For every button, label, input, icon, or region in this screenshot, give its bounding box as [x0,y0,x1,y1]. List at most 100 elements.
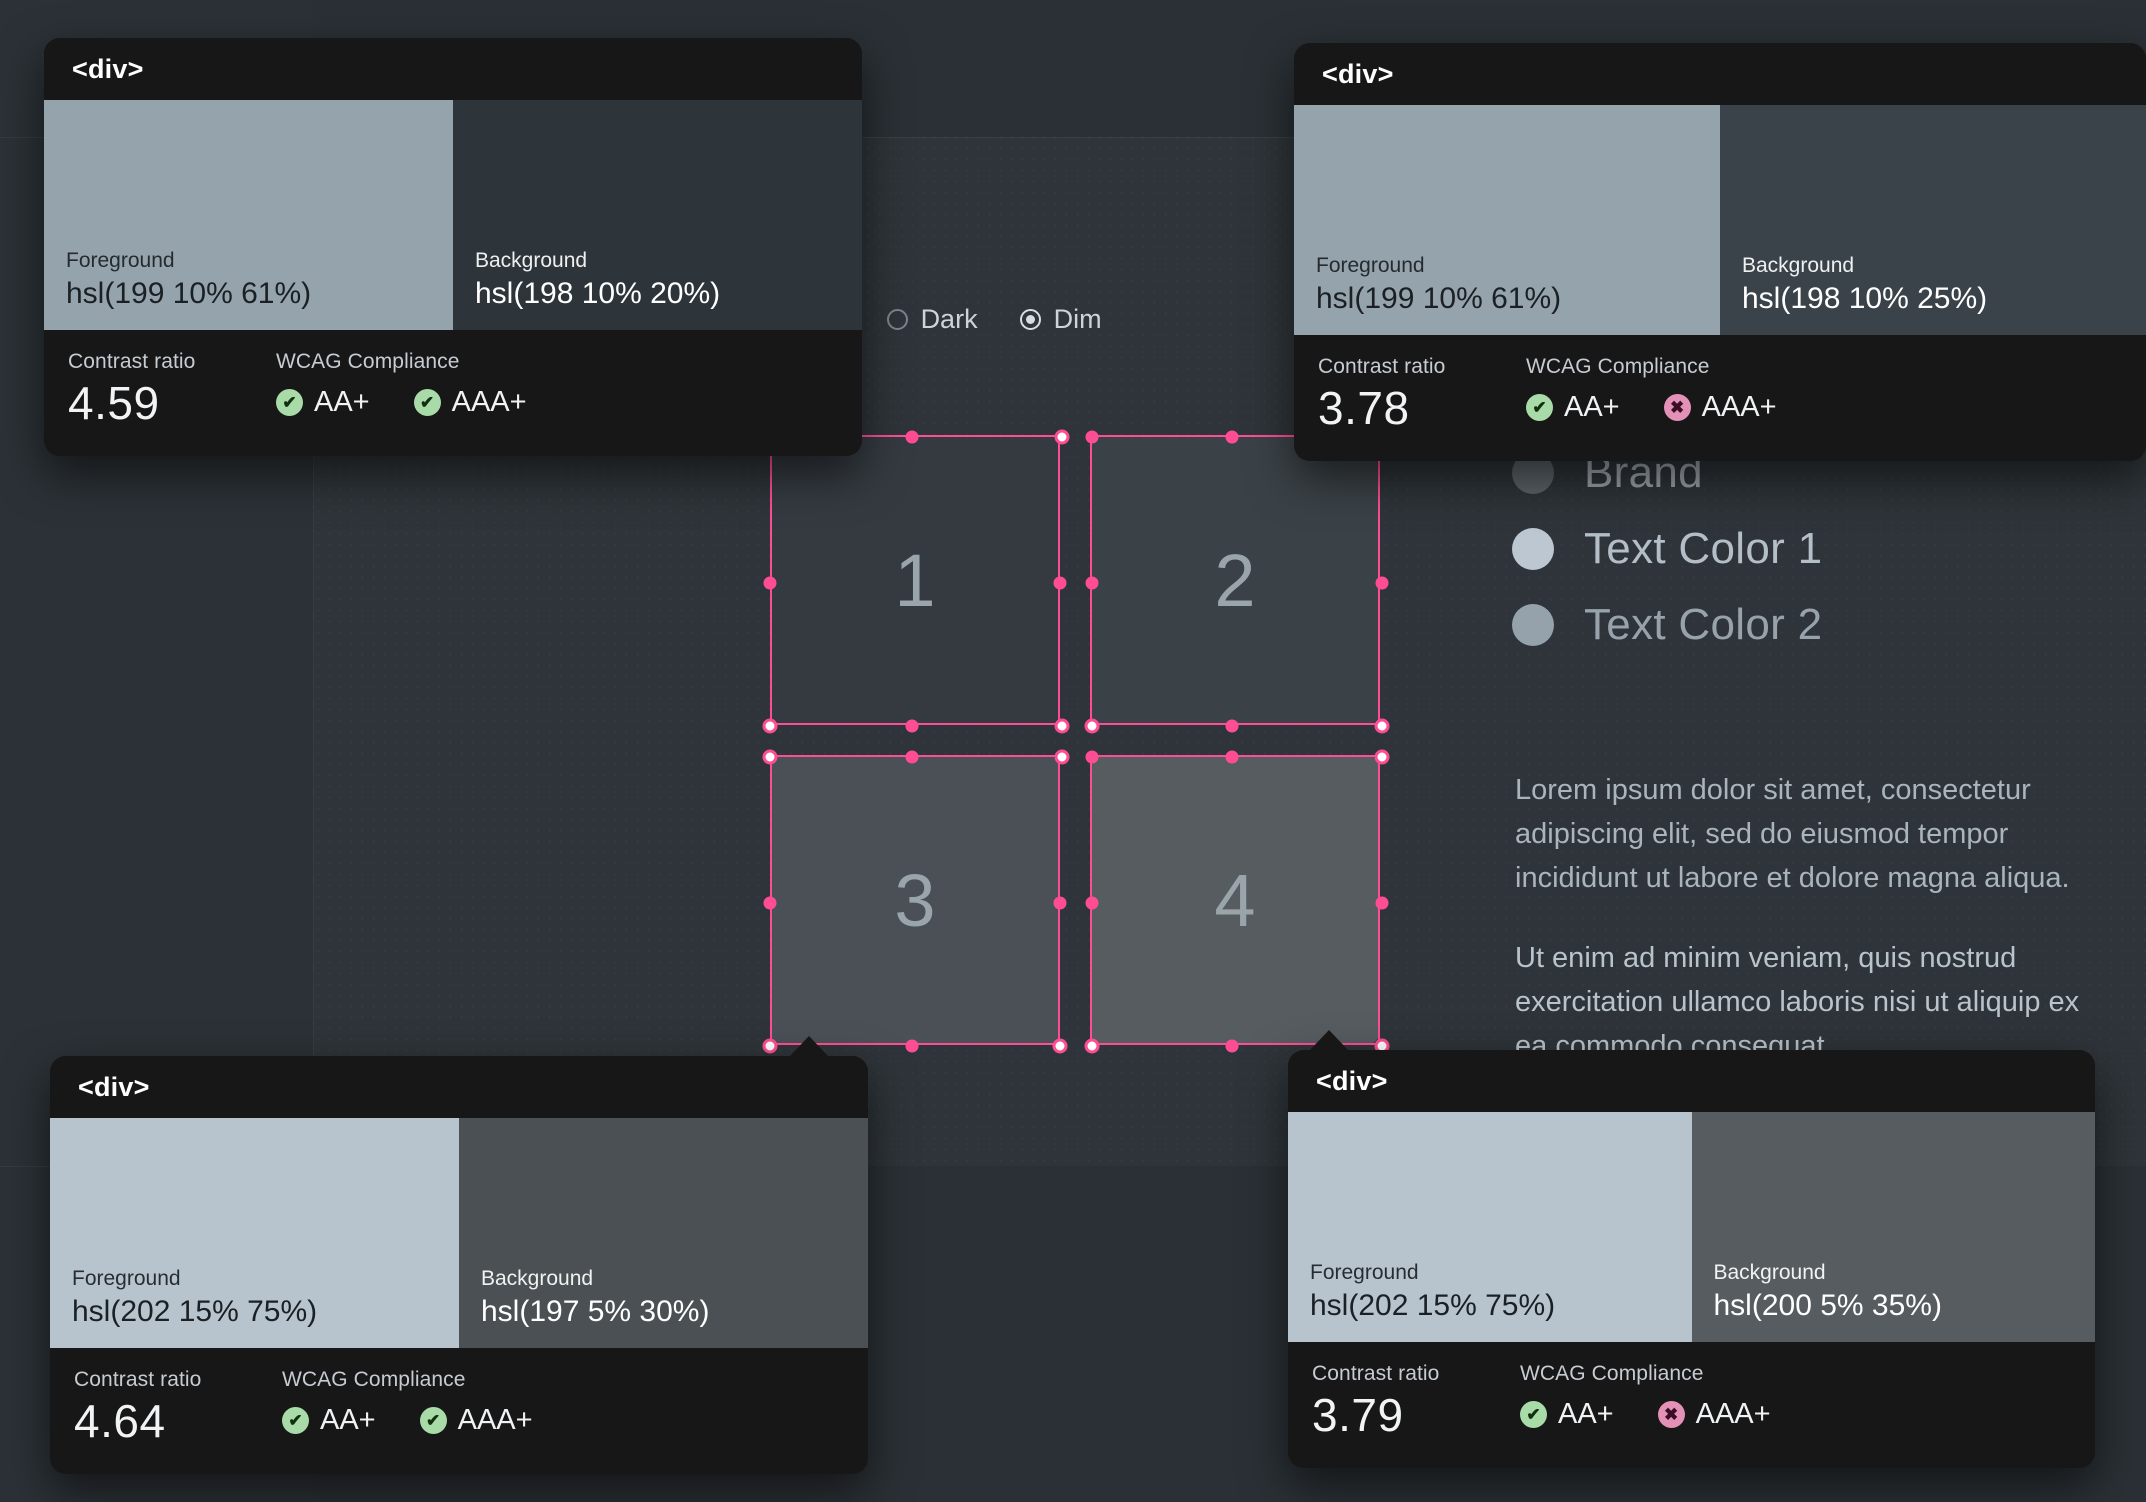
contrast-card-bottom-left[interactable]: <div> Foreground hsl(202 15% 75%) Backgr… [50,1056,868,1474]
wcag-compliance-label: WCAG Compliance [1526,355,1710,378]
grid-box-1[interactable]: 1 [770,435,1060,725]
wcag-badge-label: AAA+ [1701,391,1777,423]
contrast-ratio-label: Contrast ratio [1318,355,1446,378]
wcag-compliance-label: WCAG Compliance [282,1368,466,1391]
grid-box-3[interactable]: 3 [770,755,1060,1045]
resize-handle-bottom-left[interactable] [762,1038,778,1054]
resize-handle-left[interactable] [763,576,777,590]
card-footer: Contrast ratio 3.78 WCAG Compliance ✔ AA… [1294,335,2146,461]
wcag-badge-label: AA+ [1558,1398,1614,1430]
background-label: Background [1713,1261,1826,1285]
resize-handle-top[interactable] [1225,750,1239,764]
palette-item-text-color-2[interactable]: Text Color 2 [1512,600,2112,650]
resize-handle-left[interactable] [1085,576,1099,590]
card-tail-bottom-left [790,1036,828,1056]
resize-handle-bottom-left[interactable] [762,718,778,734]
background-label: Background [481,1267,594,1291]
grid-box-4[interactable]: 4 [1090,755,1380,1045]
palette-panel: Brand Text Color 1 Text Color 2 [1512,448,2112,676]
resize-handle-bottom-right[interactable] [1374,718,1390,734]
foreground-swatch[interactable]: Foreground hsl(202 15% 75%) [50,1118,459,1348]
foreground-value: hsl(202 15% 75%) [72,1294,318,1328]
resize-handle-left[interactable] [763,896,777,910]
resize-handle-right[interactable] [1375,896,1389,910]
resize-handle-bottom[interactable] [1225,1039,1239,1053]
background-swatch[interactable]: Background hsl(200 5% 35%) [1691,1112,2095,1342]
resize-handle-bottom[interactable] [905,719,919,733]
card-tag-label: <div> [72,53,144,84]
contrast-card-top-left[interactable]: <div> Foreground hsl(199 10% 61%) Backgr… [44,38,862,456]
cross-icon: ✖ [1657,1401,1685,1428]
card-swatch-row: Foreground hsl(199 10% 61%) Background h… [1294,105,2146,335]
palette-item-label: Text Color 1 [1584,524,1823,573]
resize-handle-top-right[interactable] [1054,749,1070,765]
resize-handle-top-right[interactable] [1374,749,1390,765]
resize-handle-bottom-right[interactable] [1052,1038,1068,1054]
resize-handle-top[interactable] [905,430,919,444]
grid-box-label: 1 [894,538,936,622]
resize-handle-bottom[interactable] [905,1039,919,1053]
check-icon: ✔ [419,1407,447,1434]
resize-handle-right[interactable] [1053,576,1067,590]
card-footer: Contrast ratio 4.64 WCAG Compliance ✔ AA… [50,1348,868,1474]
cross-icon: ✖ [1663,394,1691,421]
contrast-ratio-value: 3.79 [1312,1389,1404,1441]
contrast-ratio-label: Contrast ratio [74,1368,202,1391]
foreground-value: hsl(202 15% 75%) [1310,1288,1556,1322]
card-tag-label: <div> [1322,58,1394,89]
wcag-badge-label: AA+ [320,1404,376,1436]
check-icon: ✔ [413,389,441,416]
resize-handle-left[interactable] [1085,896,1099,910]
foreground-value: hsl(199 10% 61%) [1316,281,1562,315]
color-swatch-icon [1512,604,1554,646]
background-swatch[interactable]: Background hsl(198 10% 25%) [1720,105,2146,335]
foreground-swatch[interactable]: Foreground hsl(199 10% 61%) [1294,105,1720,335]
resize-handle-top[interactable] [1225,430,1239,444]
foreground-label: Foreground [1310,1261,1419,1285]
check-icon: ✔ [1526,394,1553,421]
contrast-card-bottom-right[interactable]: <div> Foreground hsl(202 15% 75%) Backgr… [1288,1050,2095,1468]
foreground-swatch[interactable]: Foreground hsl(199 10% 61%) [44,100,453,330]
resize-handle-bottom-right[interactable] [1054,718,1070,734]
resize-handle-top-left[interactable] [1085,750,1099,764]
card-tail-top-left [800,428,838,448]
resize-handle-bottom-left[interactable] [1084,718,1100,734]
background-swatch[interactable]: Background hsl(197 5% 30%) [459,1118,868,1348]
card-tail-top-right [1327,428,1365,448]
resize-handle-top-right[interactable] [1054,429,1070,445]
background-label: Background [475,249,588,273]
contrast-ratio-value: 3.78 [1318,382,1410,434]
palette-item-label: Text Color 2 [1584,600,1823,649]
foreground-swatch[interactable]: Foreground hsl(202 15% 75%) [1288,1112,1692,1342]
lorem-paragraph-1: Lorem ipsum dolor sit amet, consectetur … [1515,774,2070,895]
background-swatch[interactable]: Background hsl(198 10% 20%) [453,100,862,330]
resize-handle-bottom-left[interactable] [1084,1038,1100,1054]
contrast-card-top-right[interactable]: <div> Foreground hsl(199 10% 61%) Backgr… [1294,43,2146,461]
resize-handle-top-left[interactable] [762,749,778,765]
card-header: <div> [1288,1050,2095,1112]
check-icon: ✔ [1520,1401,1547,1428]
resize-handle-right[interactable] [1375,576,1389,590]
grid-box-2[interactable]: 2 [1090,435,1380,725]
background-value: hsl(197 5% 30%) [481,1294,710,1328]
background-value: hsl(200 5% 35%) [1713,1288,1942,1322]
wcag-badge-aa: ✔ AA+ [1520,1398,1614,1431]
wcag-badge-label: AAA+ [1695,1398,1771,1430]
contrast-ratio-value: 4.64 [74,1395,166,1447]
background-value: hsl(198 10% 20%) [475,276,721,310]
grid-box-label: 3 [894,858,936,942]
palette-item-text-color-1[interactable]: Text Color 1 [1512,524,2112,574]
wcag-badge-aa: ✔ AA+ [276,386,370,419]
grid-box-label: 4 [1214,858,1256,942]
resize-handle-bottom[interactable] [1225,719,1239,733]
wcag-badge-aaa: ✖ AAA+ [1663,391,1777,424]
wcag-badge-aa: ✔ AA+ [1526,391,1620,424]
contrast-ratio-value: 4.59 [68,377,160,429]
card-footer: Contrast ratio 4.59 WCAG Compliance ✔ AA… [44,330,862,456]
resize-handle-top[interactable] [905,750,919,764]
card-tag-label: <div> [1316,1065,1388,1096]
foreground-value: hsl(199 10% 61%) [66,276,312,310]
resize-handle-top-left[interactable] [1085,430,1099,444]
wcag-badge-aaa: ✔ AAA+ [419,1404,533,1437]
resize-handle-right[interactable] [1053,896,1067,910]
